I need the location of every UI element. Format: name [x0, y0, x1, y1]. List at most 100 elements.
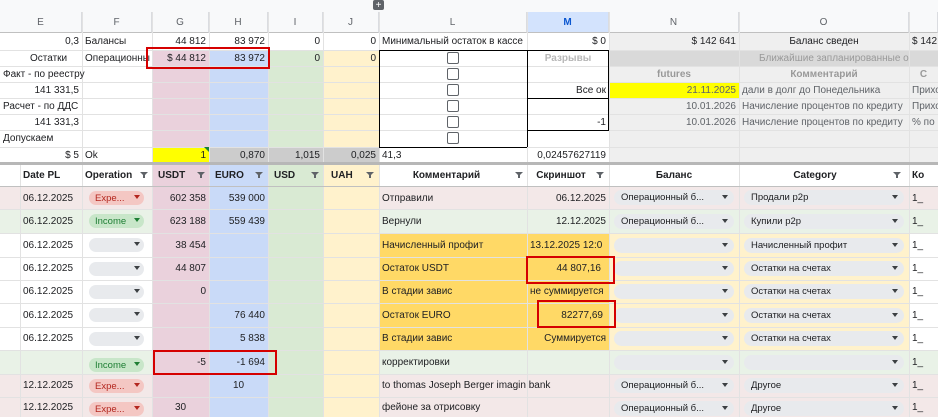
summary-j1[interactable]: 0: [323, 33, 379, 50]
row-3-category[interactable]: Начисленный профит: [744, 238, 904, 253]
row-6-comment[interactable]: Остаток EURO: [379, 303, 527, 327]
header-screenshot[interactable]: Скриншот: [527, 165, 595, 186]
row-2-date[interactable]: 06.12.2025: [20, 210, 82, 233]
row-10-comment[interactable]: фейоне за отрисовку: [379, 398, 609, 417]
summary-j2[interactable]: 0: [323, 50, 379, 66]
row-2-k[interactable]: 1_: [909, 210, 938, 233]
summary-e7[interactable]: Допускаем: [0, 130, 152, 147]
futures-header[interactable]: futures: [609, 66, 739, 82]
header-comment[interactable]: Комментарий: [379, 165, 514, 186]
future-date-2[interactable]: 10.01.2026: [609, 98, 739, 114]
row-9-k[interactable]: 1_: [909, 374, 938, 397]
row-7-comment[interactable]: В стадии завис: [379, 327, 527, 350]
row-6-date[interactable]: 06.12.2025: [20, 303, 82, 327]
col-header-m[interactable]: M: [527, 12, 609, 33]
row-1-date[interactable]: 06.12.2025: [20, 187, 82, 209]
summary-e8[interactable]: $ 5: [0, 147, 82, 163]
comment-header[interactable]: Комментарий: [739, 66, 909, 82]
row-2-balance[interactable]: Операционный б...: [614, 214, 734, 229]
summary-e3[interactable]: Факт - по реестру: [0, 66, 152, 82]
row-2-category[interactable]: Купили p2p: [744, 214, 904, 229]
row-9-operation[interactable]: Expe...: [89, 379, 144, 393]
rate-uah[interactable]: 0,025: [323, 147, 379, 163]
summary-p4[interactable]: Прихо: [909, 82, 938, 98]
row-3-date[interactable]: 06.12.2025: [20, 233, 82, 257]
summary-e1[interactable]: 0,3: [0, 33, 82, 50]
row-1-comment[interactable]: Отправили: [379, 187, 527, 209]
row-7-screenshot[interactable]: Суммируется: [527, 327, 609, 350]
row-4-balance[interactable]: [614, 261, 734, 276]
summary-e4[interactable]: 141 331,5: [0, 82, 82, 98]
min-balance-value[interactable]: $ 0: [527, 33, 609, 50]
row-8-operation[interactable]: Income: [89, 358, 144, 372]
summary-i1[interactable]: 0: [268, 33, 323, 50]
filter-screenshot-icon[interactable]: [596, 172, 604, 178]
row-1-operation[interactable]: Expe...: [89, 191, 144, 205]
row-9-category[interactable]: Другое: [744, 378, 904, 393]
row-7-k[interactable]: 1_: [909, 327, 938, 350]
row-6-k[interactable]: 1_: [909, 303, 938, 327]
row-6-operation[interactable]: [89, 308, 144, 322]
header-p[interactable]: Ко: [909, 165, 938, 186]
header-balance[interactable]: Баланс: [609, 165, 739, 186]
row-3-balance[interactable]: [614, 238, 734, 253]
summary-i2[interactable]: 0: [268, 50, 323, 66]
col-header-j[interactable]: J: [323, 12, 379, 33]
col-header-p[interactable]: [909, 12, 938, 33]
summary-e6[interactable]: 141 331,3: [0, 114, 82, 130]
planned-header[interactable]: Ближайшие запланированные о: [609, 50, 938, 66]
row-8-category[interactable]: [744, 355, 904, 370]
col-header-n[interactable]: N: [609, 12, 739, 33]
future-comment-1[interactable]: дали в долг до Понедельника: [739, 82, 909, 98]
row-5-date[interactable]: 06.12.2025: [20, 280, 82, 303]
header-operation[interactable]: Operation: [82, 165, 138, 186]
row-3-screenshot[interactable]: 13.12.2025 12:0: [527, 233, 609, 257]
rate-usdt[interactable]: 1: [152, 147, 209, 163]
summary-m6[interactable]: -1: [527, 114, 609, 130]
future-comment-2[interactable]: Начисление процентов по кредиту: [739, 98, 909, 114]
row-5-usdt[interactable]: 0: [152, 280, 209, 303]
row-10-category[interactable]: Другое: [744, 401, 904, 416]
col-header-g[interactable]: G: [152, 12, 209, 33]
summary-f2[interactable]: Операционны: [82, 50, 152, 66]
checkbox-4[interactable]: [447, 100, 459, 112]
total-balance[interactable]: $ 142 641: [609, 33, 739, 50]
checkbox-2[interactable]: [447, 68, 459, 80]
row-6-euro[interactable]: 76 440: [209, 303, 268, 327]
row-6-category[interactable]: Остатки на счетах: [744, 308, 904, 323]
row-10-usdt[interactable]: 30: [152, 398, 209, 417]
add-icon[interactable]: +: [373, 0, 384, 10]
row-4-usdt[interactable]: 44 807: [152, 257, 209, 280]
filter-comment-icon[interactable]: [515, 172, 523, 178]
future-date-3[interactable]: 10.01.2026: [609, 114, 739, 130]
col-header-f[interactable]: F: [82, 12, 152, 33]
balance-status[interactable]: Баланс сведен: [739, 33, 909, 50]
rate-euro[interactable]: 0,870: [209, 147, 268, 163]
summary-p6[interactable]: % по: [909, 114, 938, 130]
filter-operation-icon[interactable]: [140, 172, 148, 178]
row-1-usdt[interactable]: 602 358: [152, 187, 209, 209]
status-ok[interactable]: Все ок: [527, 82, 609, 98]
summary-p3[interactable]: С: [909, 66, 938, 82]
row-6-balance[interactable]: [614, 308, 734, 323]
row-5-comment[interactable]: В стадии завис: [379, 280, 527, 303]
row-8-comment[interactable]: корректировки: [379, 350, 527, 374]
summary-e5[interactable]: Расчет - по ДДС: [0, 98, 152, 114]
row-8-k[interactable]: 1_: [909, 350, 938, 374]
checkbox-3[interactable]: [447, 84, 459, 96]
row-7-operation[interactable]: [89, 332, 144, 346]
col-header-o[interactable]: O: [739, 12, 909, 33]
row-4-comment[interactable]: Остаток USDT: [379, 257, 527, 280]
row-5-operation[interactable]: [89, 285, 144, 299]
header-usd[interactable]: USD: [268, 165, 310, 186]
filter-category-icon[interactable]: [893, 172, 901, 178]
header-euro[interactable]: EURO: [209, 165, 254, 186]
row-7-category[interactable]: Остатки на счетах: [744, 331, 904, 346]
future-date-1[interactable]: 21.11.2025: [609, 82, 739, 98]
col-header-l[interactable]: L: [379, 12, 527, 33]
row-2-comment[interactable]: Вернули: [379, 210, 527, 233]
row-3-usdt[interactable]: 38 454: [152, 233, 209, 257]
row-4-date[interactable]: 06.12.2025: [20, 257, 82, 280]
row-7-euro[interactable]: 5 838: [209, 327, 268, 350]
row-1-balance[interactable]: Операционный б...: [614, 190, 734, 205]
